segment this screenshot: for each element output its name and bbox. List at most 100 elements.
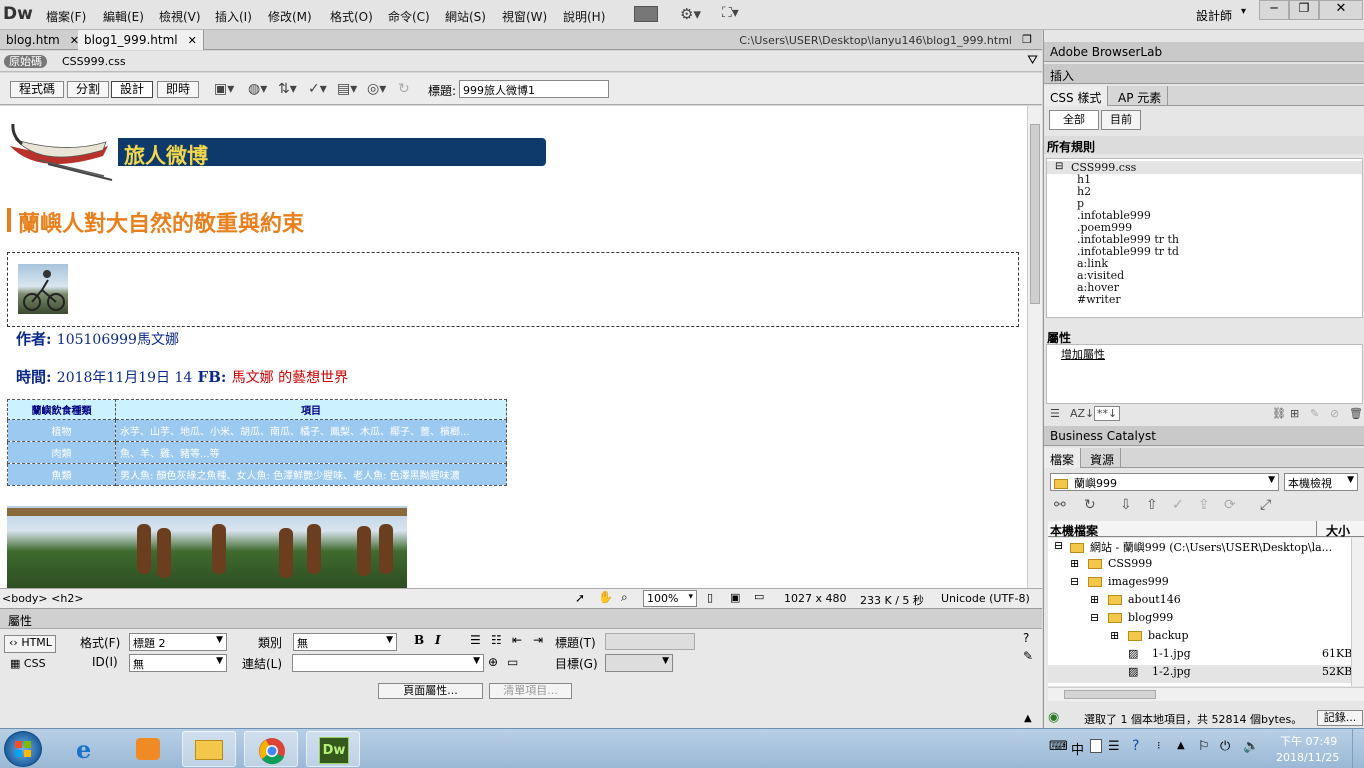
design-view-button[interactable]: 設計 xyxy=(111,81,154,98)
link-input[interactable]: ▼ xyxy=(292,654,484,672)
class-select[interactable]: 無 ▼ xyxy=(293,633,397,651)
explorer-taskbar-icon[interactable] xyxy=(182,731,236,767)
add-property-link[interactable]: 增加屬性 xyxy=(1061,346,1105,362)
view-select[interactable]: 本機檢視 ▼ xyxy=(1284,473,1358,491)
gear-icon[interactable]: ⚙▾ xyxy=(680,5,701,23)
tab-ap-elements[interactable]: AP 元素 xyxy=(1112,86,1169,106)
help-icon[interactable]: ? xyxy=(1023,631,1029,645)
volume-icon[interactable]: 🔈 xyxy=(1243,739,1259,754)
tab-css-styles[interactable]: CSS 樣式 xyxy=(1044,86,1109,106)
insert-panel[interactable]: 插入 xyxy=(1044,64,1364,84)
collapse-node-icon[interactable]: ⊟ xyxy=(1070,575,1079,588)
table-cell[interactable]: 水芋、山芋、地瓜、小米、胡瓜、南瓜、橘子、鳳梨、木瓜、椰子、薑、檳榔... xyxy=(115,419,507,442)
refresh-icon[interactable]: ↻ xyxy=(1084,497,1096,513)
author-avatar[interactable] xyxy=(18,264,68,314)
css-mode-button[interactable]: ▦ CSS xyxy=(10,657,46,670)
html-mode-button[interactable]: ‹› HTML xyxy=(4,635,56,653)
expand-node-icon[interactable]: ⊞ xyxy=(1110,629,1119,642)
disable-icon[interactable]: ⊘ xyxy=(1330,407,1339,420)
check-browser-icon[interactable]: ▤▾ xyxy=(337,81,357,97)
collapse-node-icon[interactable]: ⊟ xyxy=(1055,161,1063,172)
id-select[interactable]: 無 ▼ xyxy=(129,654,227,672)
file-tree-hscroll[interactable] xyxy=(1048,687,1364,701)
tree-row[interactable]: ▨ 1-1.jpg 61KB xyxy=(1048,647,1351,665)
get-files-icon[interactable]: ⇩ xyxy=(1120,497,1132,513)
tree-row[interactable]: ⊟ blog999 xyxy=(1048,611,1351,629)
ie-taskbar-icon[interactable]: e xyxy=(62,731,116,767)
menu-file[interactable]: 檔案(F) xyxy=(46,8,86,25)
live-view-button[interactable]: 即時 xyxy=(157,81,200,98)
desktop-size-icon[interactable]: ▭ xyxy=(754,590,764,603)
workspace-switcher[interactable]: 設計師 xyxy=(1196,7,1232,24)
css-rule[interactable]: #writer xyxy=(1077,293,1121,306)
visual-aids-icon[interactable]: ◎▾ xyxy=(367,81,386,97)
trash-icon[interactable]: 🗑 xyxy=(1349,407,1363,420)
current-rules-button[interactable]: 目前 xyxy=(1101,110,1141,130)
design-scrollbar[interactable] xyxy=(1027,106,1042,588)
menu-insert[interactable]: 插入(I) xyxy=(215,8,252,25)
set-props-icon[interactable]: **↓ xyxy=(1094,406,1121,421)
expand-node-icon[interactable]: ⊞ xyxy=(1070,557,1079,570)
writer-box[interactable] xyxy=(7,252,1019,327)
dried-fish-photo[interactable] xyxy=(7,506,407,588)
expand-node-icon[interactable]: ⊞ xyxy=(1090,593,1099,606)
collapse-node-icon[interactable]: ⊟ xyxy=(1054,539,1063,552)
scroll-thumb[interactable] xyxy=(1030,124,1040,304)
filter-icon[interactable]: ⛛ xyxy=(1027,53,1038,68)
select-tool-icon[interactable]: ➚ xyxy=(575,591,585,605)
collapse-icon[interactable]: ▲ xyxy=(1024,713,1032,724)
put-files-icon[interactable]: ⇧ xyxy=(1146,497,1158,513)
sync-icon[interactable]: ⟳ xyxy=(1224,497,1236,513)
show-hidden-icons[interactable]: ▲ xyxy=(1177,740,1185,751)
hand-tool-icon[interactable]: ✋ xyxy=(598,590,613,604)
tab-files[interactable]: 檔案 xyxy=(1044,448,1082,468)
preview-browser-icon[interactable]: ◍▾ xyxy=(248,81,267,97)
show-desktop-button[interactable] xyxy=(1352,729,1364,768)
dreamweaver-taskbar-icon[interactable]: Dw xyxy=(306,731,360,767)
css-file-row[interactable]: ⊟ CSS999.css xyxy=(1047,161,1362,174)
start-button[interactable] xyxy=(4,731,42,767)
article-heading[interactable]: 蘭嶼人對大自然的敬重與約束 xyxy=(18,206,304,238)
close-icon[interactable]: ✕ xyxy=(188,34,197,47)
split-view-button[interactable]: 分割 xyxy=(67,81,110,98)
hscroll-thumb[interactable] xyxy=(1064,690,1156,699)
tree-row[interactable]: ⊟ images999 xyxy=(1048,575,1351,593)
help-tray-icon[interactable]: ? xyxy=(1132,738,1139,754)
multiscreen-icon[interactable]: ▣▾ xyxy=(214,81,234,97)
italic-button[interactable]: I xyxy=(435,633,441,647)
menu-commands[interactable]: 命令(C) xyxy=(388,8,430,25)
ordered-list-icon[interactable]: ☷ xyxy=(491,633,502,647)
ime-chinese-indicator[interactable]: 中 xyxy=(1071,739,1084,758)
category-view-icon[interactable]: ☰ xyxy=(1050,407,1060,420)
tag-selector[interactable]: <body> <h2> xyxy=(2,592,84,605)
target-select[interactable]: ▼ xyxy=(605,654,673,672)
tree-row[interactable]: ⊞ about146 xyxy=(1048,593,1351,611)
power-icon[interactable]: ⏻ xyxy=(1220,739,1230,754)
chrome-taskbar-icon[interactable] xyxy=(244,731,298,767)
tab-blog-htm[interactable]: blog.htm ✕ xyxy=(0,30,86,50)
new-rule-icon[interactable]: ⊞ xyxy=(1290,407,1299,420)
attach-style-icon[interactable]: ⛓ xyxy=(1272,407,1286,420)
clock-date[interactable]: 2018/11/25 xyxy=(1276,751,1339,764)
site-map-icon[interactable]: ⛶▾ xyxy=(722,5,739,21)
layout-icon[interactable] xyxy=(634,6,658,22)
tree-row[interactable]: ⊟ 網站 - 蘭嶼999 (C:\Users\USER\Desktop\la... xyxy=(1048,539,1351,557)
code-view-button[interactable]: 程式碼 xyxy=(10,81,65,98)
input-options-icon[interactable]: ☰ xyxy=(1108,739,1120,754)
ime-more-icon[interactable]: ⁝ xyxy=(1157,739,1161,752)
restore-doc-icon[interactable]: ❐ xyxy=(1022,33,1032,46)
tree-row[interactable]: ⊞ backup xyxy=(1048,629,1351,647)
connect-icon[interactable]: ⚯ xyxy=(1054,497,1066,513)
alpha-view-icon[interactable]: AZ↓ xyxy=(1070,407,1094,420)
design-view[interactable]: 旅人微博 蘭嶼人對大自然的敬重與約束 作者: 105106999馬文娜 時間: … xyxy=(0,106,1027,588)
tab-assets[interactable]: 資源 xyxy=(1084,448,1122,468)
menu-site[interactable]: 網站(S) xyxy=(445,8,486,25)
title-field[interactable] xyxy=(605,633,695,650)
expand-icon[interactable]: ⤢ xyxy=(1260,497,1271,513)
unordered-list-icon[interactable]: ☰ xyxy=(470,633,481,647)
restore-button[interactable]: ❐ xyxy=(1289,0,1319,20)
site-select[interactable]: 蘭嶼999 ▼ xyxy=(1050,473,1279,491)
browserlab-panel[interactable]: Adobe BrowserLab xyxy=(1044,42,1364,62)
collapse-node-icon[interactable]: ⊟ xyxy=(1090,611,1099,624)
bold-button[interactable]: B xyxy=(414,633,424,647)
